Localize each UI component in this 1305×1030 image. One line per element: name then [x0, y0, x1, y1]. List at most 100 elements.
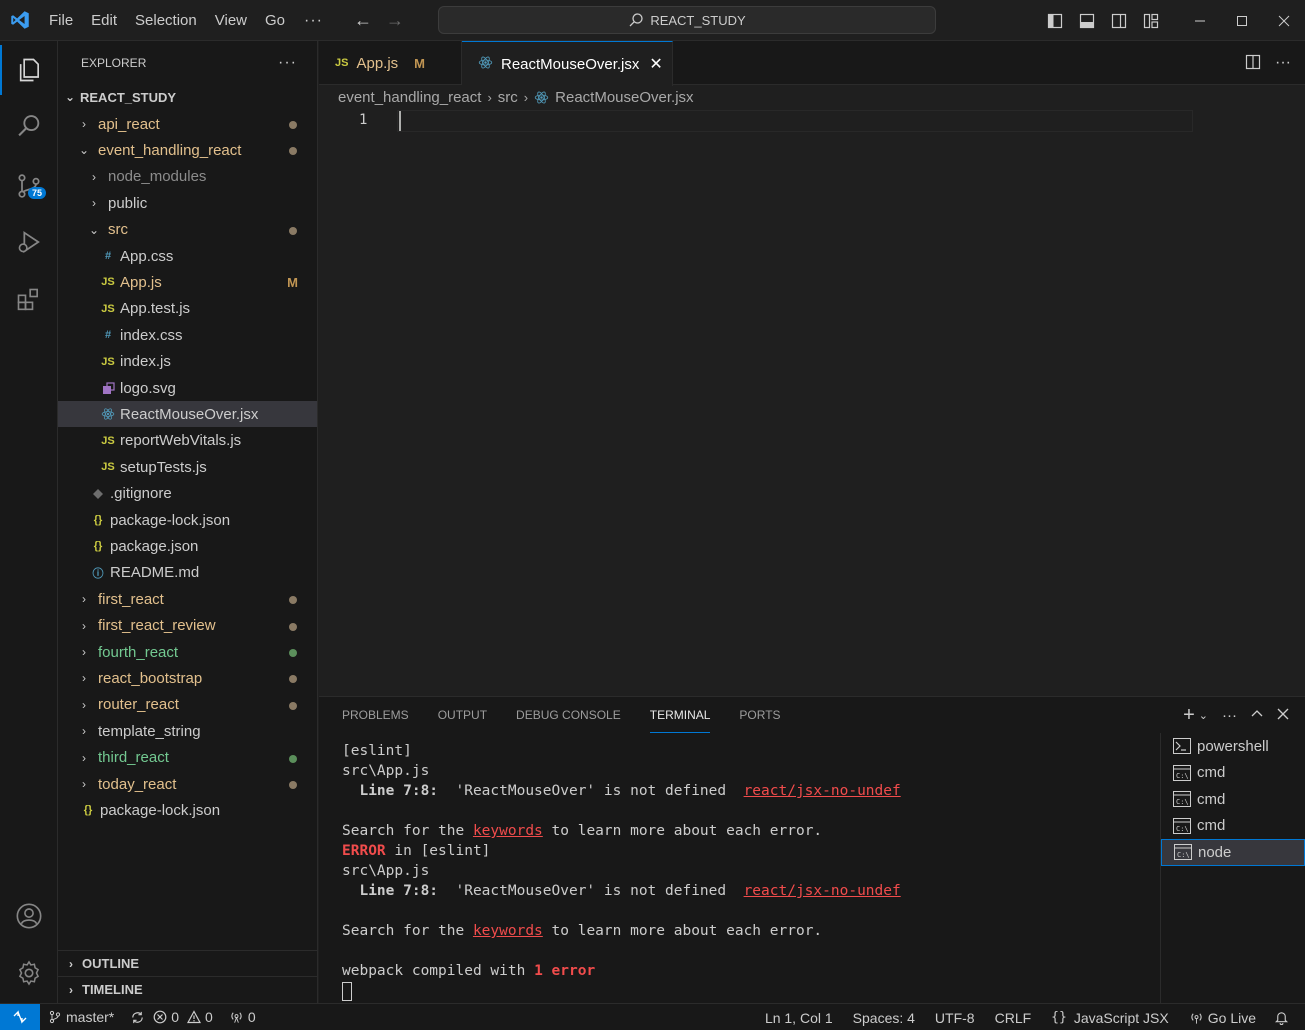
eslint-rule-link[interactable]: react/jsx-no-undef — [744, 883, 901, 899]
terminal-item-label: cmd — [1197, 790, 1226, 808]
minimize-icon[interactable] — [1179, 0, 1221, 41]
problems-status[interactable]: 0 0 — [153, 1009, 221, 1025]
run-debug-icon[interactable] — [0, 217, 58, 267]
new-terminal-icon[interactable]: + — [1183, 704, 1195, 727]
close-window-icon[interactable] — [1263, 0, 1305, 41]
accounts-icon[interactable] — [0, 891, 58, 941]
search-icon[interactable] — [0, 101, 58, 151]
tab-reactmouseover-jsx[interactable]: ReactMouseOver.jsx ✕ — [462, 41, 673, 86]
extensions-icon[interactable] — [0, 275, 58, 325]
tree-file[interactable]: ReactMouseOver.jsx — [58, 401, 317, 428]
broadcast-icon — [1191, 1012, 1202, 1024]
tab-app-js[interactable]: JS App.js M — [319, 41, 462, 85]
cursor-position[interactable]: Ln 1, Col 1 — [755, 1010, 843, 1026]
encoding[interactable]: UTF-8 — [925, 1010, 985, 1026]
tree-file[interactable]: {} package.json — [58, 533, 317, 559]
terminal-item-powershell[interactable]: powershell — [1161, 733, 1305, 760]
toggle-secondary-sidebar-icon[interactable] — [1103, 13, 1135, 29]
tree-folder[interactable]: › template_string — [58, 718, 317, 744]
ports-status[interactable]: 0 — [221, 1009, 264, 1025]
indentation[interactable]: Spaces: 4 — [843, 1010, 925, 1026]
error-count: 1 error — [534, 963, 596, 979]
terminal-item-cmd[interactable]: C:\ cmd — [1161, 813, 1305, 840]
maximize-panel-icon[interactable] — [1251, 707, 1263, 724]
branch-status[interactable]: master* — [40, 1009, 122, 1025]
toggle-panel-icon[interactable] — [1071, 13, 1103, 29]
tree-file[interactable]: JS reportWebVitals.js — [58, 428, 317, 454]
toggle-primary-sidebar-icon[interactable] — [1039, 13, 1071, 29]
tree-file[interactable]: {} package-lock.json — [58, 797, 317, 823]
more-menu-icon[interactable]: ··· — [294, 0, 333, 41]
panel-more-icon[interactable]: ··· — [1222, 707, 1237, 724]
tree-folder[interactable]: › third_react — [58, 745, 317, 771]
maximize-icon[interactable] — [1221, 0, 1263, 41]
keywords-link[interactable]: keywords — [473, 923, 543, 939]
end-of-line[interactable]: CRLF — [985, 1010, 1042, 1026]
tree-file[interactable]: JS index.js — [58, 349, 317, 375]
settings-gear-icon[interactable] — [0, 948, 58, 998]
tree-folder[interactable]: ⌄ src — [58, 217, 317, 243]
tree-file[interactable]: {} package-lock.json — [58, 507, 317, 533]
source-control-icon[interactable]: 75 — [0, 161, 58, 211]
outline-section[interactable]: › OUTLINE — [58, 950, 317, 976]
split-editor-icon[interactable] — [1245, 54, 1261, 73]
customize-layout-icon[interactable] — [1135, 13, 1167, 29]
tab-ports[interactable]: PORTS — [739, 697, 780, 733]
keywords-link[interactable]: keywords — [473, 823, 543, 839]
code-editor[interactable]: 1 — [319, 108, 1305, 696]
tree-folder[interactable]: › react_bootstrap — [58, 665, 317, 691]
back-arrow-icon[interactable]: ← — [347, 10, 379, 31]
menu-edit[interactable]: Edit — [82, 0, 126, 41]
tree-file[interactable]: logo.svg — [58, 375, 317, 401]
forward-arrow-icon[interactable]: → — [379, 10, 411, 31]
chevron-down-icon[interactable]: ⌄ — [1199, 709, 1208, 722]
sync-icon[interactable] — [122, 1010, 153, 1025]
tree-folder[interactable]: › router_react — [58, 692, 317, 718]
tree-file[interactable]: JS App.test.js — [58, 296, 317, 322]
tree-file[interactable]: ⓘ README.md — [58, 560, 317, 586]
workspace-root[interactable]: ⌄ REACT_STUDY — [58, 84, 317, 110]
go-live-button[interactable]: Go Live — [1179, 1010, 1266, 1026]
timeline-section[interactable]: › TIMELINE — [58, 976, 317, 1002]
tree-file[interactable]: JS App.js M — [58, 269, 317, 295]
menu-file[interactable]: File — [40, 0, 82, 41]
tree-file[interactable]: # index.css — [58, 322, 317, 348]
tab-debug-console[interactable]: DEBUG CONSOLE — [516, 697, 621, 733]
tree-folder[interactable]: › api_react — [58, 111, 317, 137]
terminal-item-node[interactable]: C:\ node — [1161, 839, 1305, 866]
terminal-item-label: cmd — [1197, 764, 1226, 782]
tree-folder[interactable]: › today_react — [58, 771, 317, 797]
terminal-output[interactable]: [eslint] src\App.js Line 7:8: 'ReactMous… — [342, 741, 901, 1001]
remote-indicator-icon[interactable] — [0, 1003, 40, 1030]
tree-folder[interactable]: › first_react — [58, 586, 317, 612]
breadcrumb-item[interactable]: event_handling_react — [338, 89, 481, 106]
tab-problems[interactable]: PROBLEMS — [342, 697, 409, 733]
editor-more-icon[interactable]: ··· — [1275, 54, 1291, 72]
menu-selection[interactable]: Selection — [126, 0, 206, 41]
command-center-search[interactable]: REACT_STUDY — [438, 6, 936, 34]
menu-view[interactable]: View — [206, 0, 256, 41]
language-mode[interactable]: {} JavaScript JSX — [1041, 1010, 1179, 1026]
breadcrumb-item[interactable]: src — [498, 89, 518, 106]
notifications-bell-icon[interactable] — [1266, 1010, 1305, 1025]
close-panel-icon[interactable] — [1277, 707, 1289, 724]
tree-folder[interactable]: › node_modules — [58, 164, 317, 190]
terminal-item-cmd[interactable]: C:\ cmd — [1161, 786, 1305, 813]
explorer-icon[interactable] — [0, 45, 58, 95]
terminal-item-cmd[interactable]: C:\ cmd — [1161, 760, 1305, 787]
close-tab-icon[interactable]: ✕ — [649, 54, 662, 74]
tree-file[interactable]: JS setupTests.js — [58, 454, 317, 480]
tree-folder[interactable]: ⌄ event_handling_react — [58, 137, 317, 163]
tree-folder[interactable]: › fourth_react — [58, 639, 317, 665]
tree-folder[interactable]: › first_react_review — [58, 613, 317, 639]
tree-folder[interactable]: › public — [58, 190, 317, 216]
tab-terminal[interactable]: TERMINAL — [649, 697, 711, 733]
cmd-icon: C:\ — [1173, 817, 1191, 834]
eslint-rule-link[interactable]: react/jsx-no-undef — [744, 783, 901, 799]
menu-go[interactable]: Go — [256, 0, 294, 41]
tree-file[interactable]: .gitignore — [58, 481, 317, 507]
breadcrumb-item[interactable]: ReactMouseOver.jsx — [555, 89, 693, 106]
tree-file[interactable]: # App.css — [58, 243, 317, 269]
tab-output[interactable]: OUTPUT — [438, 697, 487, 733]
explorer-more-icon[interactable]: ··· — [278, 54, 297, 72]
